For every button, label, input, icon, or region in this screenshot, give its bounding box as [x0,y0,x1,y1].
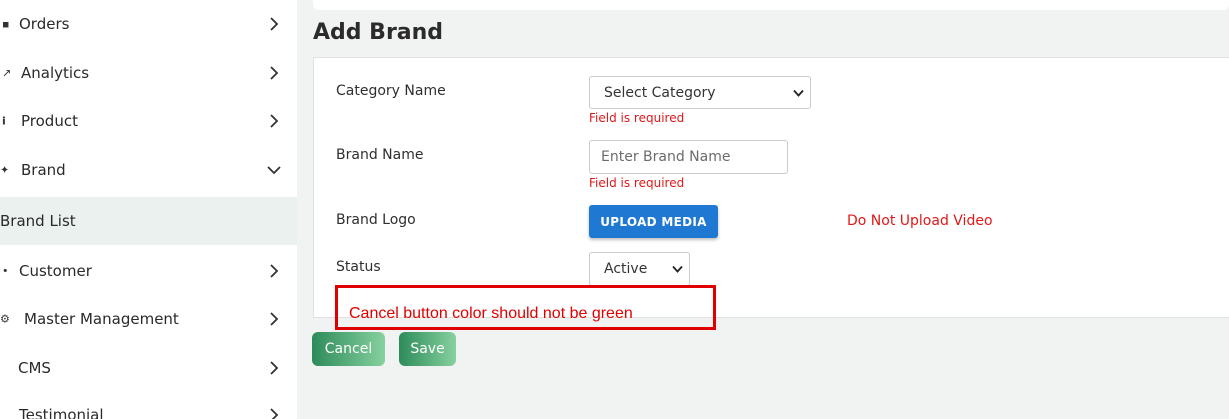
sidebar-item-label: CMS [18,359,51,377]
chevron-right-icon [267,264,281,278]
orders-icon: ▪ [2,17,10,31]
sidebar-item-master-management[interactable]: ⚙ Master Management [0,295,297,343]
brand-name-label: Brand Name [336,147,424,163]
chevron-down-icon [672,264,683,275]
upload-warning: Do Not Upload Video [847,213,993,229]
chevron-right-icon [267,17,281,31]
sidebar-item-brand[interactable]: ✦ Brand [0,146,297,194]
sidebar-subitem-label: Brand List [0,212,76,230]
category-error: Field is required [589,111,685,125]
chevron-down-icon [267,163,281,177]
chevron-right-icon [267,361,281,375]
status-select-value: Active [604,261,648,277]
sidebar-item-label: Product [21,112,78,130]
brand-icon: ✦ [0,163,10,177]
upload-media-button[interactable]: UPLOAD MEDIA [589,205,718,238]
sidebar-item-label: Testimonial [19,406,104,419]
customer-icon: • [2,264,9,278]
sidebar-item-cms[interactable]: CMS [0,344,297,392]
brand-name-input[interactable] [589,140,788,174]
save-button[interactable]: Save [399,332,456,366]
sidebar-item-label: Master Management [24,310,179,328]
category-select[interactable]: Select Category [589,76,811,109]
product-icon: i [2,114,6,128]
sidebar-item-customer[interactable]: • Customer [0,247,297,295]
sidebar-subitem-brand-list[interactable]: Brand List [0,197,297,245]
sidebar-item-testimonial[interactable]: Testimonial [0,391,297,419]
category-select-value: Select Category [604,84,716,101]
chevron-right-icon [267,66,281,80]
brand-logo-label: Brand Logo [336,212,416,228]
chevron-right-icon [267,312,281,326]
sidebar: ▪ Orders ↗ Analytics i Product ✦ Brand B… [0,0,297,419]
status-label: Status [336,259,381,275]
top-bar [313,0,1229,10]
sidebar-item-label: Customer [19,262,92,280]
sidebar-item-label: Orders [19,15,70,33]
sidebar-item-product[interactable]: i Product [0,97,297,145]
chevron-right-icon [267,114,281,128]
sidebar-item-orders[interactable]: ▪ Orders [0,0,297,48]
chevron-right-icon [267,408,281,419]
brand-name-error: Field is required [589,176,685,190]
annotation-text: Cancel button color should not be green [349,305,633,322]
analytics-icon: ↗ [2,66,12,80]
sidebar-item-label: Brand [21,161,66,179]
page-title: Add Brand [313,20,444,45]
cancel-button[interactable]: Cancel [312,332,385,366]
chevron-down-icon [793,87,804,98]
status-select[interactable]: Active [589,252,690,286]
sidebar-item-analytics[interactable]: ↗ Analytics [0,49,297,97]
sidebar-item-label: Analytics [21,64,90,82]
category-name-label: Category Name [336,83,446,99]
gear-icon: ⚙ [0,312,10,326]
